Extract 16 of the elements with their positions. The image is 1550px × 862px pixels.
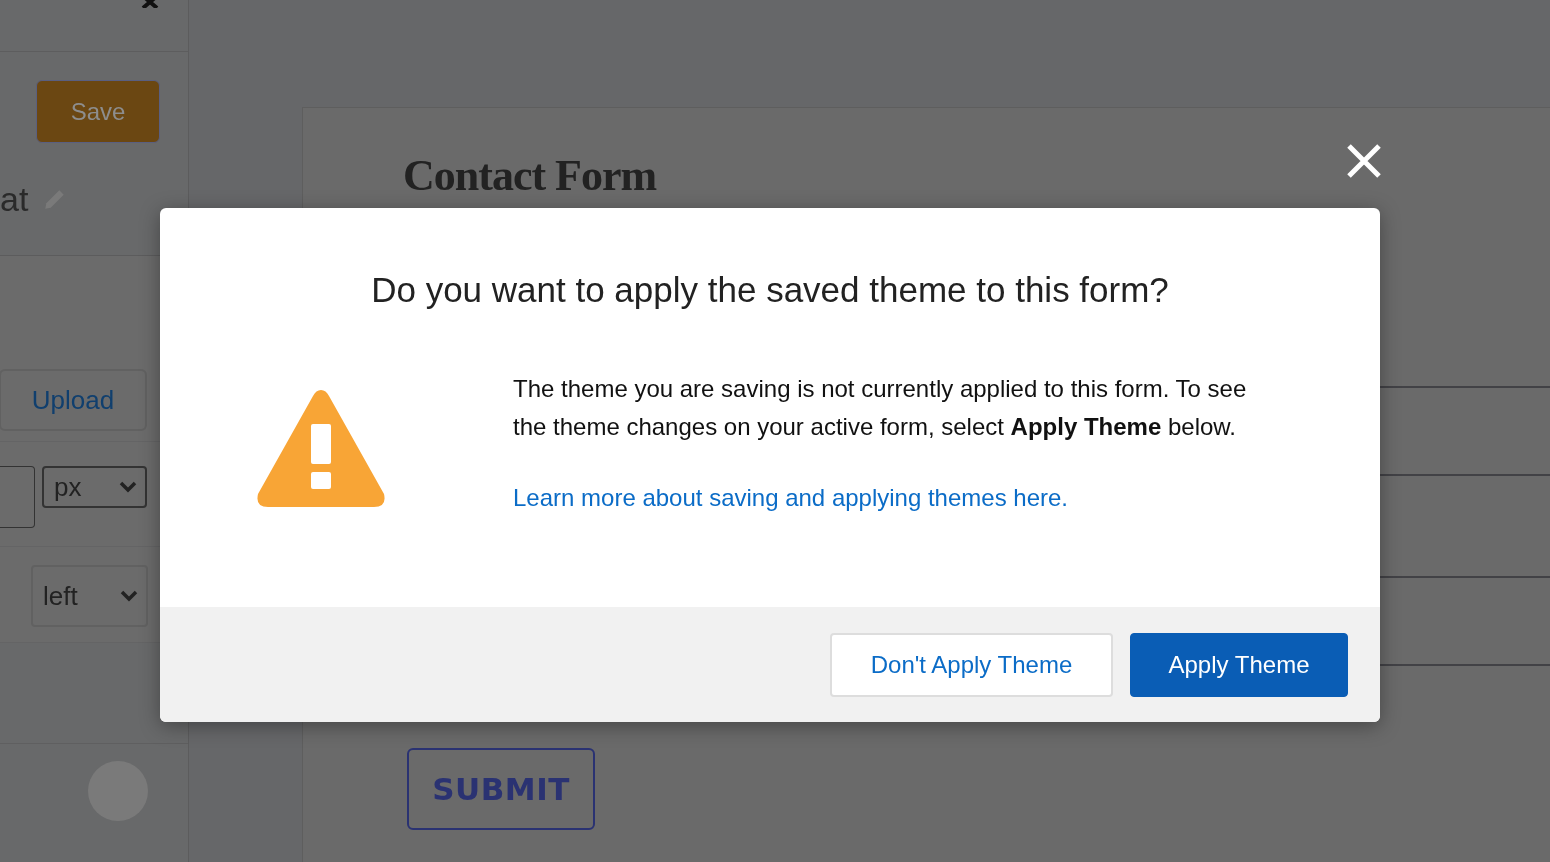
help-link[interactable]: Learn more about saving and applying themes here.: [513, 484, 1069, 512]
chevron-icon: [119, 481, 137, 493]
dialog-message: The theme you are saving is not currently applied to this form. To see the theme changes on your active form, select Apply Theme below.: [513, 374, 1248, 442]
submit-button[interactable]: SUBMIT: [407, 748, 595, 830]
close-icon[interactable]: [1346, 143, 1382, 179]
align-select[interactable]: left: [31, 565, 148, 627]
theme-name-text: at: [0, 179, 29, 219]
form-title: Contact Form: [403, 150, 657, 201]
number-field[interactable]: [0, 466, 35, 528]
upload-button[interactable]: Upload: [0, 369, 147, 431]
apply-theme-button[interactable]: Apply Theme: [1130, 632, 1348, 697]
chevron-icon: [120, 590, 138, 602]
save-button[interactable]: Save: [36, 80, 160, 143]
unit-select[interactable]: px: [42, 466, 147, 508]
dialog-title: Do you want to apply the saved theme to this form?: [370, 270, 1170, 310]
dont-apply-button[interactable]: Don't Apply Theme: [830, 632, 1113, 697]
